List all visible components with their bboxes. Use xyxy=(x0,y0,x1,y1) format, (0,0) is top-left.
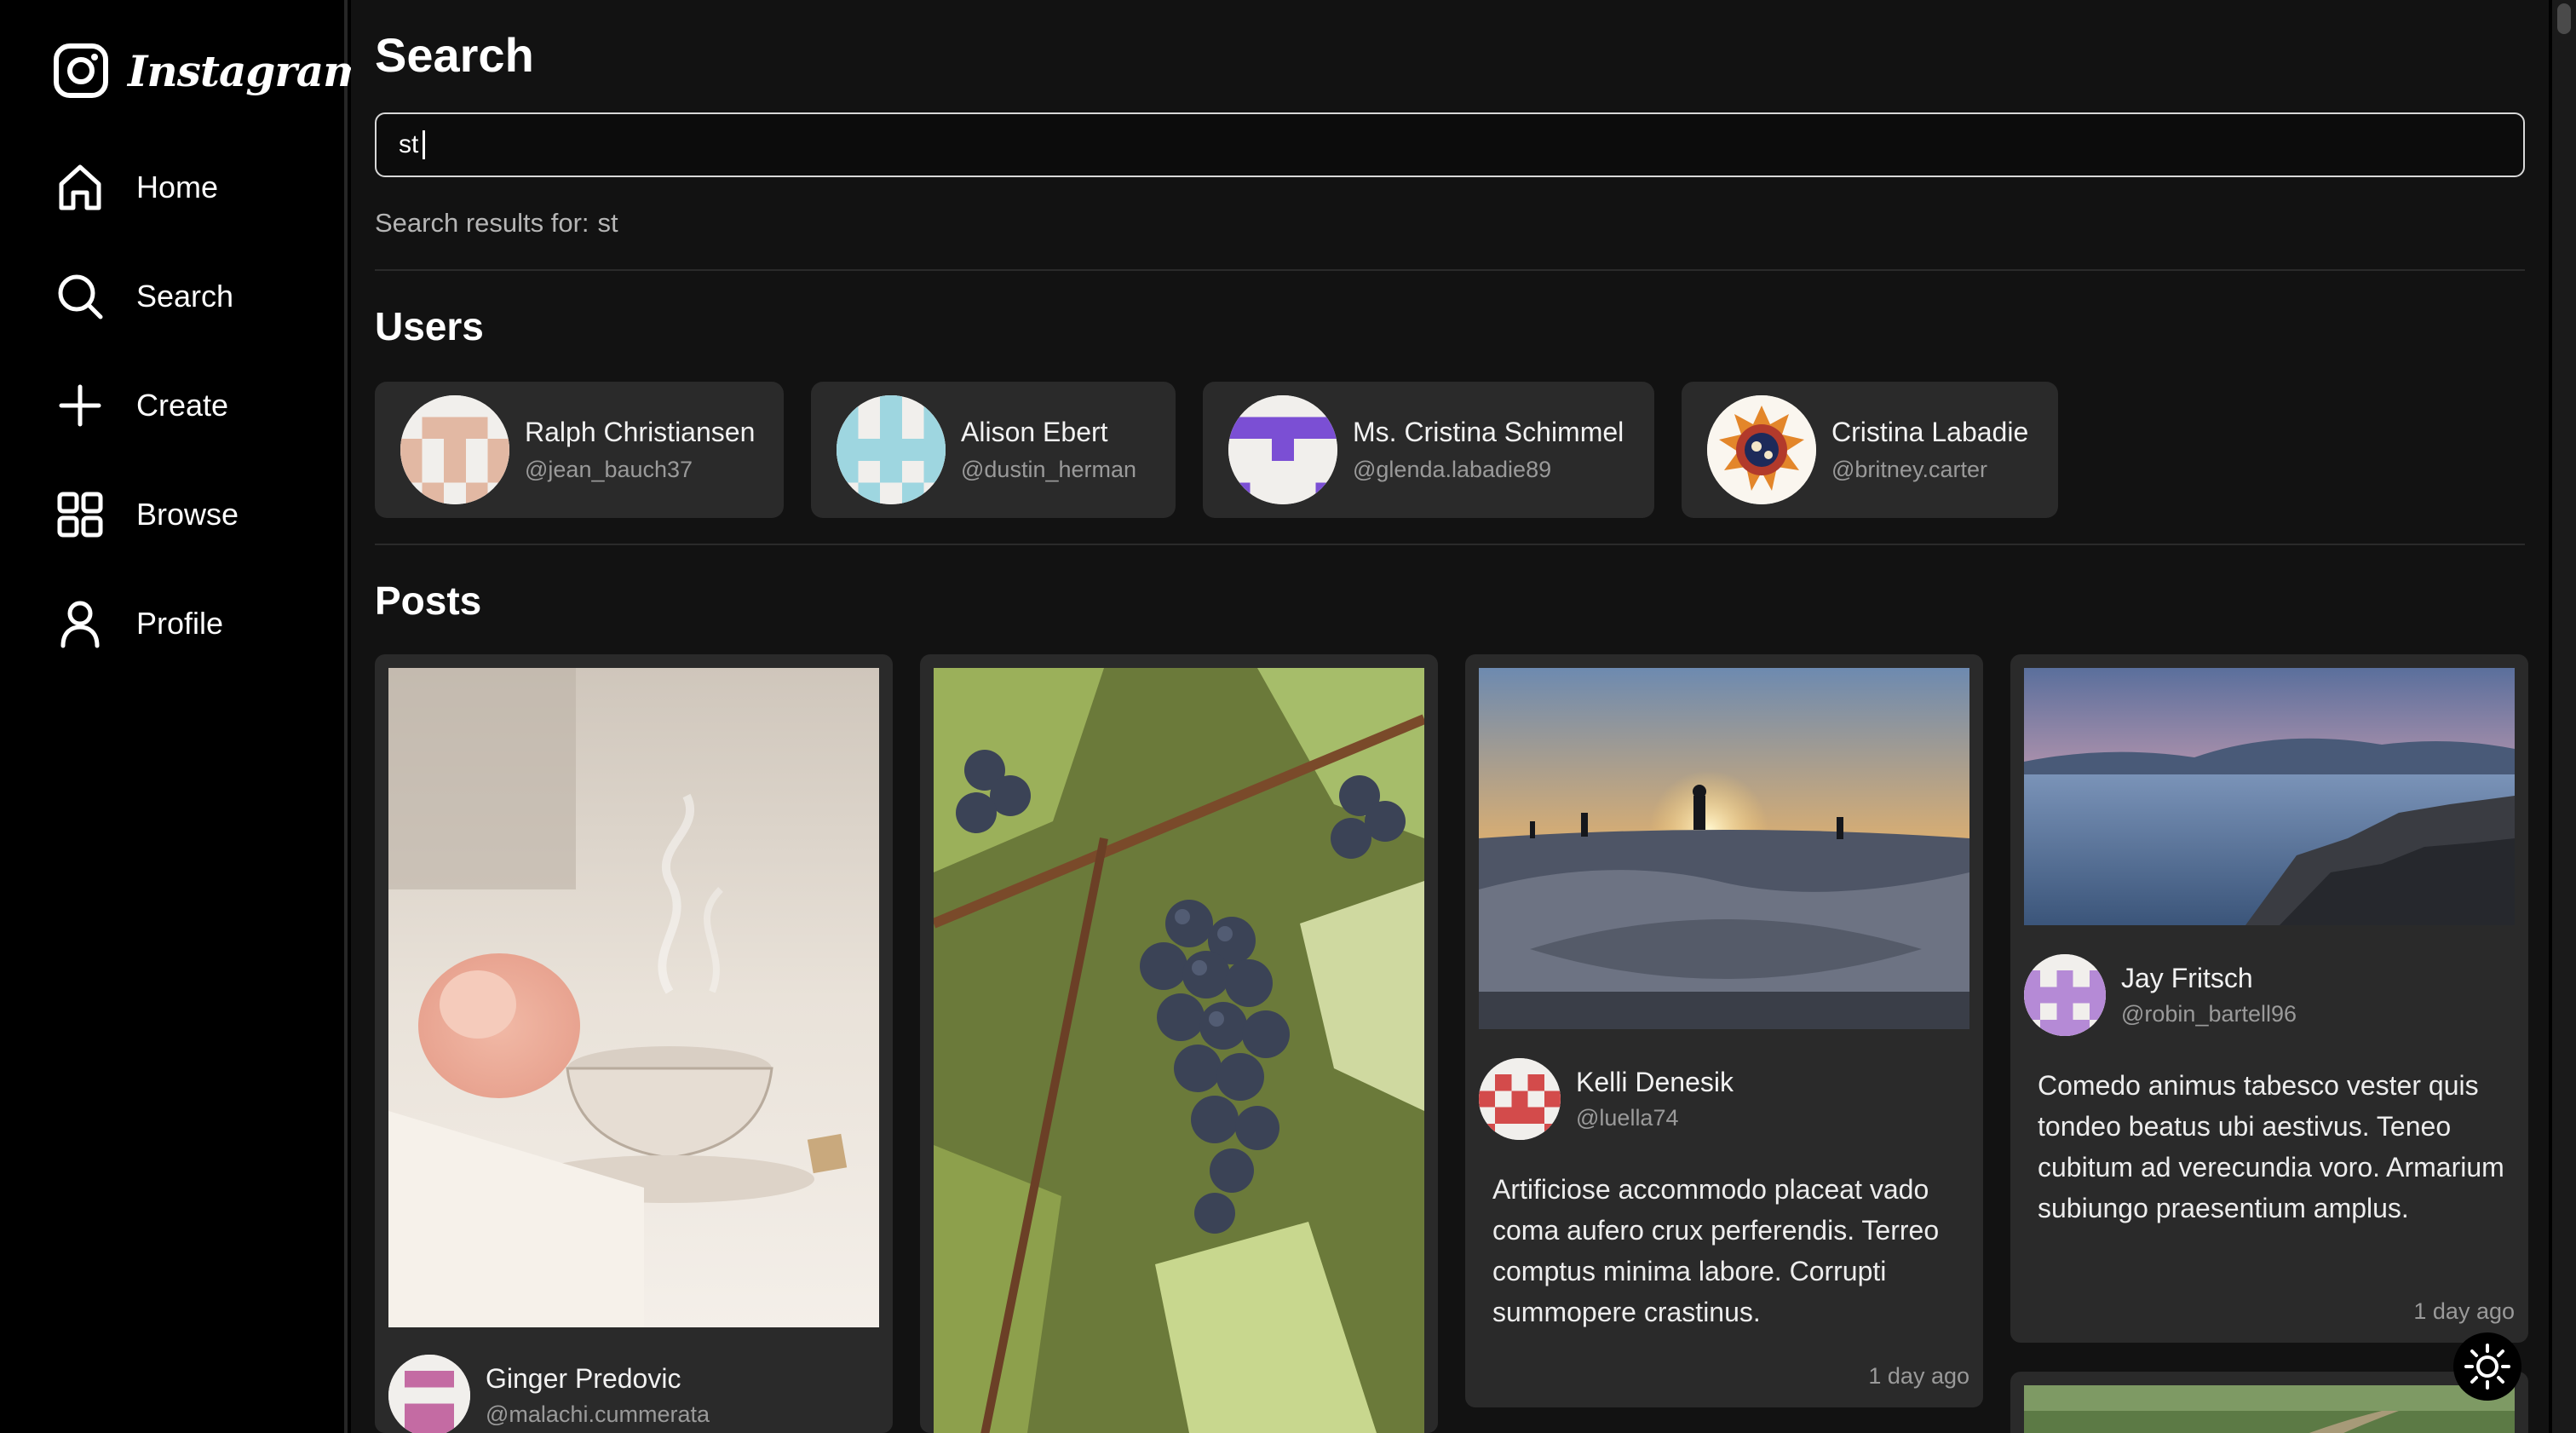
user-name: Cristina Labadie xyxy=(1831,417,2029,447)
search-input[interactable] xyxy=(399,130,424,159)
post-author[interactable]: Jay Fritsch @robin_bartell96 xyxy=(2024,954,2297,1036)
user-icon xyxy=(53,596,107,651)
user-handle: @glenda.labadie89 xyxy=(1353,457,1552,482)
home-icon xyxy=(53,160,107,215)
post-image[interactable] xyxy=(2024,1385,2515,1433)
sidebar-item-profile[interactable]: Profile xyxy=(53,593,223,654)
post-card[interactable] xyxy=(2010,1372,2528,1433)
post-image[interactable] xyxy=(934,668,1424,1433)
grid-icon xyxy=(53,487,107,542)
search-field[interactable] xyxy=(375,112,2525,177)
post-author-handle: @malachi.cummerata xyxy=(486,1401,710,1427)
user-card[interactable]: Alison Ebert @dustin_herman xyxy=(811,382,1176,518)
plus-icon xyxy=(53,378,107,433)
post-caption: Artificiose accommodo placeat vado coma … xyxy=(1492,1174,1940,1327)
user-name: Ralph Christiansen xyxy=(525,417,756,447)
post-author-name: Jay Fritsch xyxy=(2121,963,2253,993)
post-author-handle: @robin_bartell96 xyxy=(2121,1001,2297,1027)
post-image[interactable] xyxy=(2024,668,2515,925)
sidebar: Instagram Home Search Create Browse Prof… xyxy=(0,0,368,1433)
post-author-name: Kelli Denesik xyxy=(1576,1067,1734,1097)
results-query: st xyxy=(597,208,618,238)
sidebar-item-label: Create xyxy=(136,388,229,423)
post-card[interactable]: Ginger Predovic @malachi.cummerata xyxy=(375,654,893,1433)
post-card[interactable] xyxy=(920,654,1438,1433)
avatar xyxy=(1707,395,1816,504)
theme-toggle-button[interactable] xyxy=(2453,1332,2521,1401)
sidebar-item-label: Profile xyxy=(136,606,224,641)
avatar xyxy=(388,1355,470,1433)
search-results-summary: Search results for: st xyxy=(375,208,618,239)
page-title: Search xyxy=(375,28,534,82)
user-card[interactable]: Cristina Labadie @britney.carter xyxy=(1682,382,2058,518)
user-handle: @jean_bauch37 xyxy=(525,457,693,482)
divider xyxy=(375,544,2525,545)
instagram-icon xyxy=(54,43,108,98)
post-card[interactable]: Jay Fritsch @robin_bartell96 Comedo anim… xyxy=(2010,654,2528,1343)
user-card[interactable]: Ralph Christiansen @jean_bauch37 xyxy=(375,382,784,518)
sidebar-item-label: Home xyxy=(136,170,219,204)
user-handle: @britney.carter xyxy=(1831,457,1987,482)
scrollbar[interactable] xyxy=(2552,0,2576,1433)
avatar xyxy=(1479,1058,1561,1140)
post-timestamp: 1 day ago xyxy=(1868,1363,1969,1389)
avatar xyxy=(2024,954,2106,1036)
sidebar-item-search[interactable]: Search xyxy=(53,266,233,327)
sidebar-item-create[interactable]: Create xyxy=(53,375,228,436)
user-name: Ms. Cristina Schimmel xyxy=(1353,417,1624,447)
avatar xyxy=(837,395,946,504)
post-image[interactable] xyxy=(388,668,879,1327)
sidebar-item-label: Search xyxy=(136,279,234,314)
user-name: Alison Ebert xyxy=(961,417,1108,447)
user-card[interactable]: Ms. Cristina Schimmel @glenda.labadie89 xyxy=(1203,382,1654,518)
main-content: Search Search results for: st Users Ralph… xyxy=(351,0,2549,1433)
results-label: Search results for: xyxy=(375,208,589,238)
post-author[interactable]: Ginger Predovic @malachi.cummerata xyxy=(388,1355,710,1433)
users-list: Ralph Christiansen @jean_bauch37 Alison … xyxy=(375,382,2058,518)
post-image[interactable] xyxy=(1479,668,1969,1029)
posts-grid: Ginger Predovic @malachi.cummerata Kelli… xyxy=(375,654,2528,1433)
logo-wordmark: Instagram xyxy=(128,45,368,96)
divider xyxy=(375,269,2525,271)
posts-section-title: Posts xyxy=(375,578,482,623)
post-caption: Comedo animus tabesco vester quis tondeo… xyxy=(2038,1070,2504,1223)
post-author-handle: @luella74 xyxy=(1576,1105,1679,1131)
avatar xyxy=(1228,395,1337,504)
search-icon xyxy=(53,269,107,324)
post-author[interactable]: Kelli Denesik @luella74 xyxy=(1479,1058,1734,1140)
sidebar-item-home[interactable]: Home xyxy=(53,157,218,218)
scrollbar-thumb[interactable] xyxy=(2557,3,2571,34)
post-author-name: Ginger Predovic xyxy=(486,1363,681,1394)
post-timestamp: 1 day ago xyxy=(2413,1298,2515,1324)
post-card[interactable]: Kelli Denesik @luella74 Artificiose acco… xyxy=(1465,654,1983,1407)
users-section-title: Users xyxy=(375,304,484,348)
sidebar-item-label: Browse xyxy=(136,497,239,532)
sun-icon xyxy=(2464,1344,2510,1390)
avatar xyxy=(400,395,509,504)
instagram-logo[interactable]: Instagram xyxy=(53,43,368,99)
text-caret xyxy=(423,130,425,159)
sidebar-item-browse[interactable]: Browse xyxy=(53,484,239,545)
user-handle: @dustin_herman xyxy=(961,457,1137,482)
